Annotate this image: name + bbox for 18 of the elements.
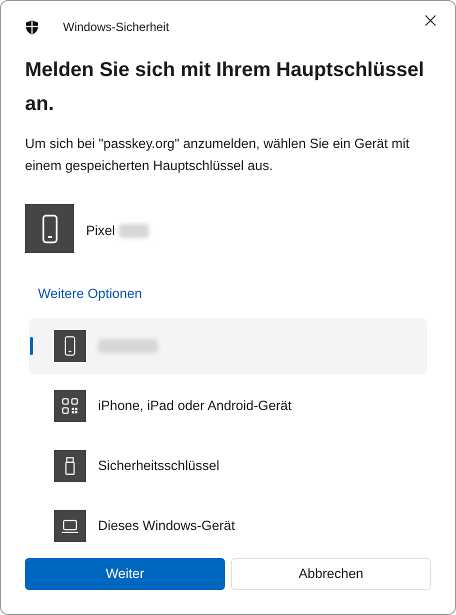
option-item[interactable]: Dieses Windows-Gerät xyxy=(29,498,427,554)
dialog-heading: Melden Sie sich mit Ihrem Hauptschlüssel an. xyxy=(25,58,426,117)
device-name: Pixel xyxy=(86,222,116,240)
close-icon xyxy=(424,14,436,26)
window-title: Windows-Sicherheit xyxy=(63,19,170,36)
continue-button[interactable]: Weiter xyxy=(25,558,225,590)
cancel-button[interactable]: Abbrechen xyxy=(231,558,431,590)
phone-icon xyxy=(25,204,74,253)
more-options-link[interactable]: Weitere Optionen xyxy=(38,284,142,304)
usb-key-icon xyxy=(54,450,86,482)
shield-icon xyxy=(25,20,39,34)
phone-icon xyxy=(54,330,86,362)
option-item[interactable]: Sicherheitsschlüssel xyxy=(29,438,427,494)
qr-code-icon xyxy=(54,390,86,422)
option-item[interactable]: iPhone, iPad oder Android-Gerät xyxy=(29,378,427,434)
laptop-icon xyxy=(54,510,86,542)
description-text: Um sich bei "passkey.org" anzumelden, wählen Sie ein Gerät mit einem gespeicherten Hauptschlüssel aus. xyxy=(25,135,410,175)
option-item[interactable] xyxy=(29,318,427,374)
